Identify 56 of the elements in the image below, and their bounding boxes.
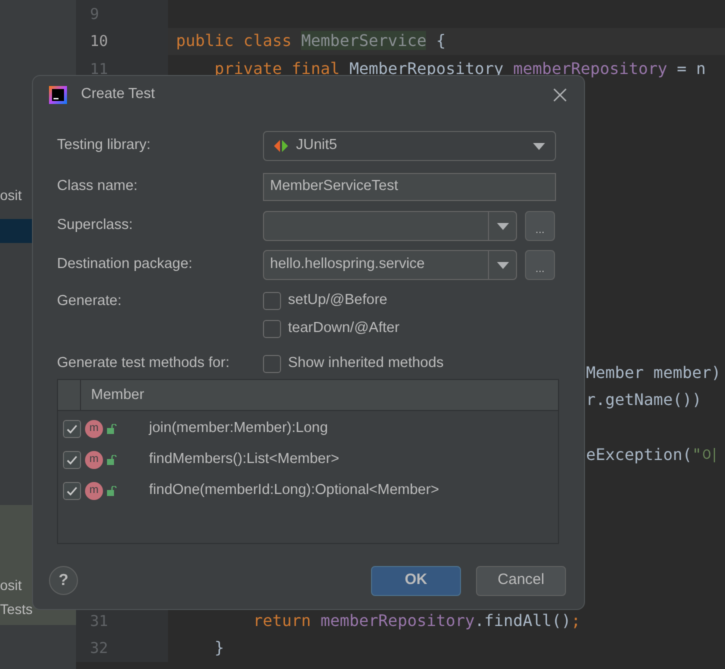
code-line: r.getName()) [586,389,702,412]
sidebar-item[interactable]: osit [0,183,22,207]
check-icon [66,454,78,466]
code-line: Member member) [586,362,721,384]
method-badge: m [85,482,103,500]
combo-field[interactable]: hello.hellospring.service [263,250,517,280]
sidebar-item[interactable]: Tests [0,597,33,621]
code-line: eException("이 [586,444,718,466]
method-signature: findMembers():List<Member> [149,450,340,469]
app-logo-icon [49,86,67,104]
dialog-title: Create Test [81,85,156,104]
browse-button[interactable]: ... [525,250,555,280]
help-button[interactable]: ? [49,566,78,595]
column-header[interactable]: Member [81,380,144,410]
combo-field[interactable] [263,211,517,241]
checkbox-label: Show inherited methods [288,354,444,374]
method-badge: m [85,450,103,468]
field-label: Testing library: [57,136,152,156]
checkbox[interactable] [263,320,281,338]
checkbox-label: tearDown/@After [288,319,400,338]
method-signature: join(member:Member):Long [149,418,328,438]
checkbox[interactable] [63,420,81,438]
line-number: 10 [90,31,108,52]
field-label: Superclass: [57,216,134,236]
code-line: return memberRepository.findAll(); [252,610,581,632]
lock-icon [107,454,117,464]
method-signature: findOne(memberId:Long):Optional<Member> [149,480,440,500]
check-icon [66,484,78,496]
lock-icon [107,424,117,434]
code-line: } [214,637,224,660]
ok-button[interactable]: OK [371,566,461,596]
dropdown-caret-icon [533,142,545,150]
close-icon [553,88,567,102]
testing-library-dropdown[interactable]: JUnit5 [263,131,556,161]
checkbox[interactable] [263,292,281,310]
browse-button[interactable]: ... [525,211,555,241]
field-label: Destination package: [57,255,194,274]
field-label: Class name: [57,177,139,196]
checkbox[interactable] [63,482,81,500]
junit-icon [274,140,288,152]
dropdown-value: JUnit5 [296,136,338,156]
dropdown-caret-icon [496,222,508,230]
method-badge: m [85,420,103,438]
checkbox-label: setUp/@Before [288,291,388,310]
code-line: public class MemberService { [176,30,446,52]
cancel-button[interactable]: Cancel [476,566,566,596]
checkbox[interactable] [263,355,281,373]
field-label: Generate: [57,292,122,311]
dropdown-caret-icon [496,262,508,268]
check-icon [66,422,78,434]
lock-icon [107,486,117,496]
checkbox[interactable] [63,450,81,468]
sidebar-item[interactable]: osit [0,573,22,597]
code-line: private final MemberRepository memberRepository = n [214,58,706,80]
class-name-field[interactable]: MemberServiceTest [263,173,556,201]
field-label: Generate test methods for: [57,354,230,374]
